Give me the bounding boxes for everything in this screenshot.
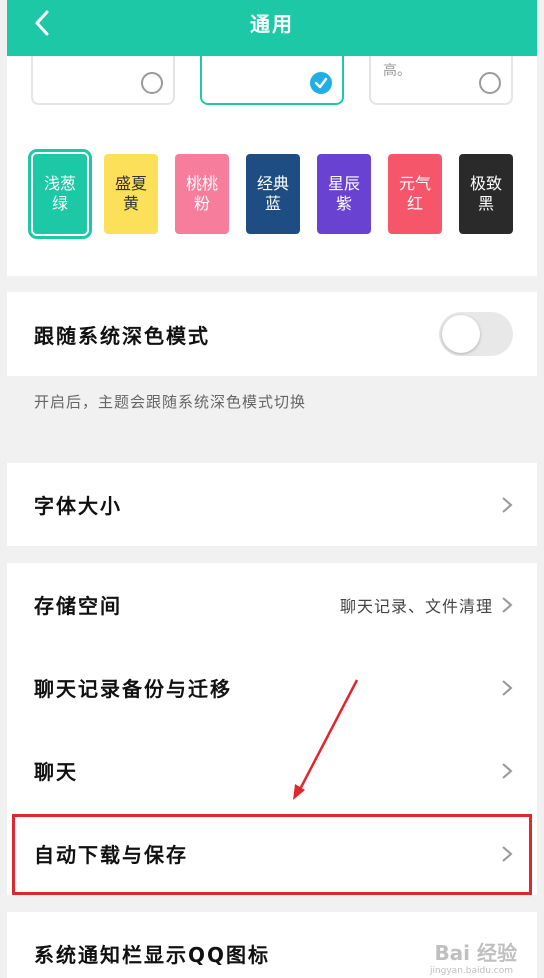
storage-label: 存储空间 — [34, 594, 122, 618]
theme-card-right[interactable]: 高。 — [369, 56, 513, 105]
theme-section: 高。 浅葱绿 盛夏黄 桃桃粉 经典蓝 星辰紫 元气红 极致黑 — [7, 56, 537, 276]
swatch-xingchen-purple[interactable]: 星辰紫 — [317, 154, 371, 234]
auto-download-row[interactable]: 自动下载与保存 — [7, 812, 537, 895]
swatch-label: 浅葱绿 — [43, 174, 76, 213]
storage-row[interactable]: 存储空间 聊天记录、文件清理 — [7, 563, 537, 646]
title-bar: 通用 — [7, 0, 537, 56]
font-size-row[interactable]: 字体大小 — [7, 463, 537, 546]
swatch-label: 桃桃粉 — [185, 174, 218, 213]
watermark: Bai 经验 — [434, 941, 517, 965]
watermark-sub: jingyan.baidu.com — [429, 966, 513, 976]
backup-row[interactable]: 聊天记录备份与迁移 — [7, 646, 537, 729]
swatch-jizhi-black[interactable]: 极致黑 — [459, 154, 513, 234]
swatch-label: 元气红 — [398, 174, 431, 213]
radio-checked-icon[interactable] — [310, 72, 332, 94]
storage-value: 聊天记录、文件清理 — [339, 596, 493, 616]
swatch-label: 盛夏黄 — [114, 174, 147, 213]
dark-mode-toggle[interactable] — [439, 312, 513, 356]
dark-mode-row: 跟随系统深色模式 — [7, 292, 537, 376]
radio-unselected-icon[interactable] — [141, 72, 163, 94]
chevron-right-icon — [502, 762, 513, 779]
swatch-taotao-pink[interactable]: 桃桃粉 — [175, 154, 229, 234]
backup-label: 聊天记录备份与迁移 — [34, 677, 232, 701]
page-title: 通用 — [250, 12, 294, 36]
chat-label: 聊天 — [34, 760, 78, 784]
radio-unselected-icon[interactable] — [479, 72, 501, 94]
swatch-label: 星辰紫 — [327, 174, 360, 213]
auto-download-label: 自动下载与保存 — [34, 843, 188, 867]
theme-card-left[interactable] — [31, 56, 175, 105]
swatch-label: 经典蓝 — [256, 174, 289, 213]
chevron-right-icon — [502, 845, 513, 862]
chevron-right-icon — [502, 679, 513, 696]
theme-card-text: 高。 — [383, 63, 411, 79]
swatch-jingdian-blue[interactable]: 经典蓝 — [246, 154, 300, 234]
font-size-label: 字体大小 — [34, 494, 122, 518]
dark-mode-note: 开启后，主题会跟随系统深色模式切换 — [34, 393, 307, 411]
chevron-right-icon — [502, 596, 513, 613]
dark-mode-label: 跟随系统深色模式 — [34, 323, 210, 348]
chat-row[interactable]: 聊天 — [7, 729, 537, 812]
chevron-right-icon — [502, 496, 513, 513]
swatch-label: 极致黑 — [469, 174, 502, 213]
app-frame: 通用 高。 浅葱绿 盛夏黄 桃桃粉 经典蓝 星辰紫 元气红 极致黑 跟随系统深色… — [7, 0, 537, 978]
swatch-shengxia-yellow[interactable]: 盛夏黄 — [104, 154, 158, 234]
swatch-yuanqi-red[interactable]: 元气红 — [388, 154, 442, 234]
theme-card-middle[interactable] — [200, 56, 344, 105]
swatch-qiancong-green[interactable]: 浅葱绿 — [28, 149, 92, 239]
toggle-knob — [442, 315, 480, 353]
